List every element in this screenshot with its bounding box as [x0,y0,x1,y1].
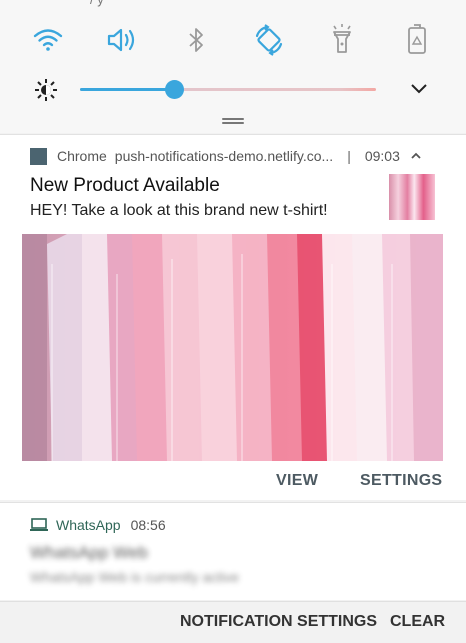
auto-rotate-icon[interactable] [251,22,287,58]
bluetooth-icon[interactable] [178,22,214,58]
notification-time: 09:03 [364,148,400,164]
notification-bottom-bar: NOTIFICATION SETTINGS CLEAR [0,601,466,643]
status-bar-partial: / y [90,0,104,7]
chevron-up-icon[interactable] [410,150,422,162]
app-name: Chrome [57,148,107,164]
notification-title: WhatsApp Web [30,543,148,562]
whatsapp-notification-card[interactable]: WhatsApp 08:56 WhatsApp Web WhatsApp Web… [0,502,466,600]
notification-header: WhatsApp 08:56 [30,517,166,533]
header-separator: | [347,148,351,164]
notification-image [22,234,443,461]
chrome-app-icon [30,147,47,165]
wifi-icon[interactable] [30,22,66,58]
app-name: WhatsApp [56,517,121,533]
notification-origin: push-notifications-demo.netlify.co... [114,148,334,164]
sound-icon[interactable] [104,22,140,58]
brightness-slider-thumb[interactable] [165,80,185,99]
clear-button[interactable]: CLEAR [390,613,445,631]
notification-text: HEY! Take a look at this brand new t-shi… [30,202,328,219]
quick-settings-toggles [0,22,466,62]
notification-header: Chrome push-notifications-demo.netlify.c… [30,147,422,165]
notification-text: WhatsApp Web is currently active [30,569,240,585]
view-button[interactable]: VIEW [276,472,318,490]
brightness-icon [34,78,58,102]
battery-saver-icon[interactable] [399,22,435,58]
brightness-slider[interactable] [80,80,376,99]
notification-settings-button[interactable]: NOTIFICATION SETTINGS [180,613,377,631]
notification-time: 08:56 [130,517,166,533]
flashlight-icon[interactable] [324,22,360,58]
brightness-slider-fill [80,88,175,91]
brightness-row [0,72,466,106]
quick-settings-panel: / y [0,0,466,133]
chevron-down-icon[interactable] [408,80,430,98]
chrome-notification-card[interactable]: Chrome push-notifications-demo.netlify.c… [0,134,466,500]
laptop-icon [30,518,48,531]
notification-title: New Product Available [30,175,220,196]
settings-button[interactable]: SETTINGS [360,472,442,490]
drag-handle[interactable] [222,118,244,124]
notification-thumbnail [389,174,435,220]
